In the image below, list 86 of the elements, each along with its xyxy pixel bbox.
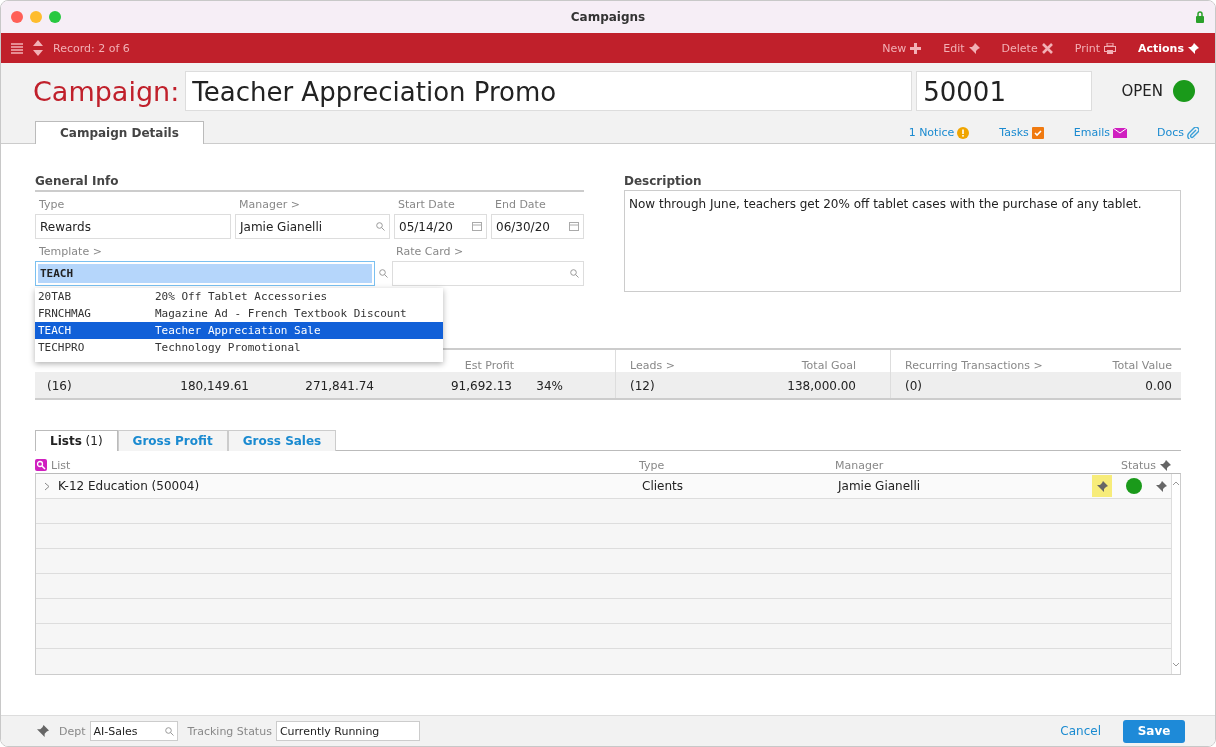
field-label: Manager >	[238, 198, 301, 211]
stat-value: 34%	[536, 379, 563, 393]
pin-icon[interactable]	[1156, 480, 1167, 492]
stat-value: (16)	[47, 379, 72, 393]
dropdown-option[interactable]: 20TAB 20% Off Tablet Accessories	[35, 288, 443, 305]
table-cell-text: Jamie Gianelli	[838, 479, 922, 493]
scroll-bar[interactable]	[1171, 474, 1180, 674]
window-title: Campaigns	[570, 10, 646, 24]
type-field[interactable]: Rewards	[35, 214, 231, 239]
dept-field[interactable]: AI-Sales	[89, 721, 178, 741]
menu-icon[interactable]	[11, 42, 23, 54]
field-label: Dept	[59, 724, 86, 738]
tab[interactable]: Campaign Details	[35, 121, 204, 144]
column-header: Status	[1120, 458, 1156, 472]
status-label: OPEN	[1121, 82, 1163, 100]
column-header: List	[51, 458, 72, 472]
dropdown-option[interactable]: TECHPRO Technology Promotional	[35, 339, 443, 356]
field-label: Type	[38, 198, 66, 211]
scroll-up-icon[interactable]	[1172, 480, 1180, 486]
manager-field[interactable]: Jamie Gianelli	[235, 214, 390, 239]
plus-icon	[910, 42, 922, 54]
field-label: Template >	[38, 245, 103, 258]
pin-icon	[1096, 480, 1108, 492]
field-label: Rate Card >	[395, 245, 465, 258]
search-icon[interactable]	[570, 269, 579, 278]
save-button[interactable]: Save	[1123, 719, 1185, 743]
toolbar-button[interactable]: New	[876, 41, 928, 55]
x-icon	[1041, 42, 1053, 54]
paperclip-icon	[1187, 126, 1199, 139]
record-counter: Record: 2 of 6	[53, 41, 130, 55]
scroll-down-icon[interactable]	[1172, 662, 1180, 668]
expand-icon[interactable]	[44, 481, 50, 491]
stat-value: (12)	[630, 379, 655, 393]
envelope-icon	[1113, 127, 1127, 138]
dropdown-option[interactable]: TEACH Teacher Appreciation Sale	[35, 322, 443, 339]
template-field[interactable]: TEACH	[35, 261, 375, 286]
pin-icon	[968, 42, 980, 54]
search-icon[interactable]	[376, 222, 385, 231]
rate-card-field[interactable]	[392, 261, 584, 286]
search-icon[interactable]	[164, 726, 174, 736]
column-header: Manager	[835, 458, 885, 472]
zoom-button[interactable]	[49, 11, 61, 23]
stat-label: Total Goal	[801, 359, 856, 372]
stat-value: 271,841.74	[305, 379, 374, 393]
description-field[interactable]: Now through June, teachers get 20% off tablet cases with the purchase of any tablet.	[624, 190, 1181, 292]
search-icon[interactable]	[35, 459, 47, 471]
stat-value: 0.00	[1145, 379, 1172, 393]
pin-icon[interactable]	[37, 725, 49, 737]
up-down-arrows-icon[interactable]	[33, 40, 43, 56]
close-button[interactable]	[11, 11, 23, 23]
minimize-button[interactable]	[30, 11, 42, 23]
stat-value: (0)	[905, 379, 922, 393]
table-cell-text: K-12 Education (50004)	[57, 479, 201, 493]
printer-icon	[1104, 42, 1116, 54]
table-cell-text: Clients	[642, 479, 684, 493]
warning-icon	[957, 126, 970, 139]
search-icon[interactable]	[379, 269, 388, 278]
stat-label: Recurring Transactions >	[905, 359, 1043, 372]
pin-icon	[1188, 42, 1199, 54]
section-heading: Description	[624, 174, 703, 188]
field-label: Start Date	[397, 198, 456, 211]
dropdown-option[interactable]: FRNCHMAG Magazine Ad - French Textbook Discount	[35, 305, 443, 322]
campaign-name-field[interactable]: Teacher Appreciation Promo	[185, 71, 913, 111]
toolbar-button[interactable]: Actions	[1132, 41, 1205, 55]
stat-value: 138,000.00	[787, 379, 856, 393]
stat-value: 91,692.13	[450, 379, 512, 393]
end-date-field[interactable]: 06/30/20	[491, 214, 584, 239]
start-date-field[interactable]: 05/14/20	[394, 214, 487, 239]
checkbox-icon	[1031, 126, 1044, 139]
lock-icon	[1195, 11, 1205, 23]
field-label: End Date	[494, 198, 547, 211]
record-type-label: Campaign:	[33, 75, 180, 107]
stat-label: Total Value	[1112, 359, 1172, 372]
field-label: Tracking Status	[187, 724, 272, 738]
calendar-icon[interactable]	[569, 222, 579, 231]
section-heading: General Info	[35, 174, 584, 192]
pin-button[interactable]	[1092, 475, 1112, 497]
column-header: Type	[639, 458, 666, 472]
stat-value: 180,149.61	[180, 379, 249, 393]
pin-icon[interactable]	[1160, 459, 1171, 471]
tracking-status-field[interactable]: Currently Running	[275, 721, 420, 741]
calendar-icon[interactable]	[472, 222, 482, 231]
campaign-number-field[interactable]: 50001	[916, 71, 1093, 111]
stat-label: Leads >	[630, 359, 675, 372]
tab[interactable]: Lists (1)	[35, 430, 118, 451]
stat-label: Est Profit	[464, 359, 514, 372]
